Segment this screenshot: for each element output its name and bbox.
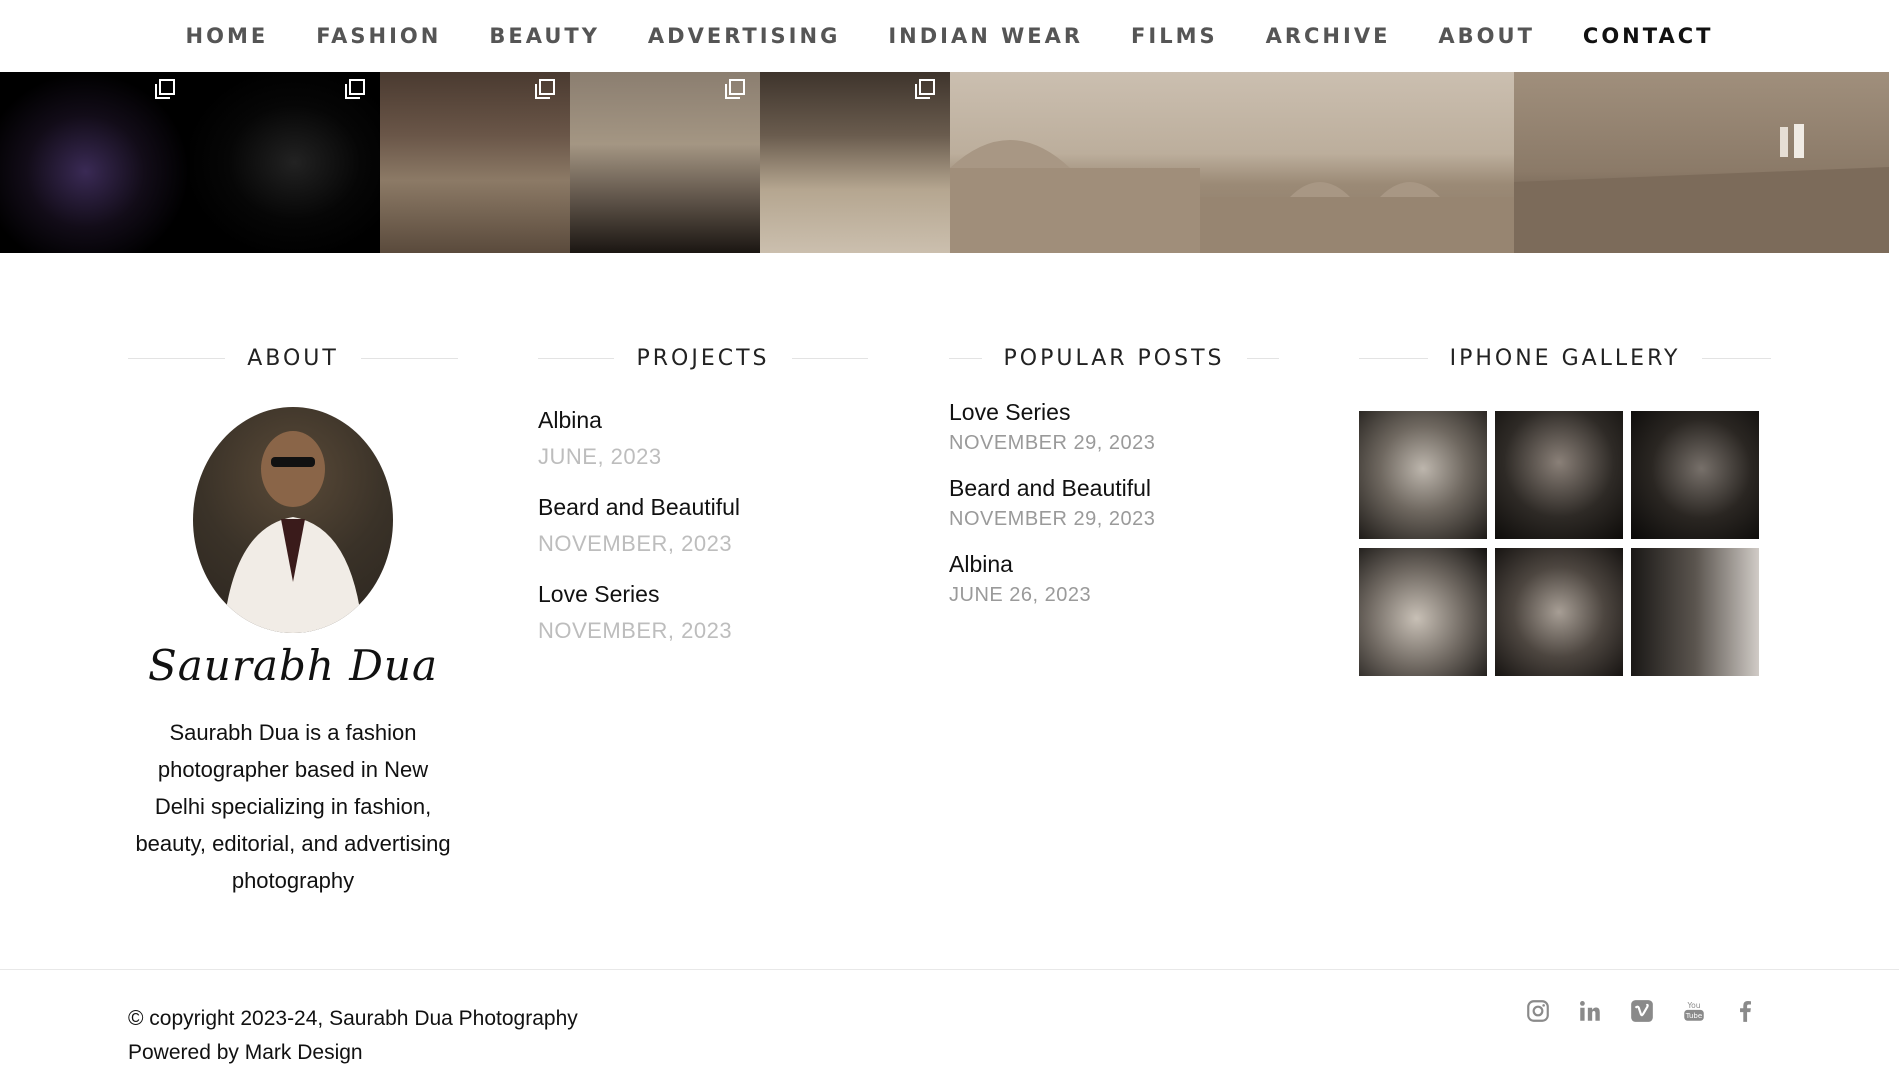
post-link[interactable]: Love Series: [949, 399, 1279, 426]
project-date: NOVEMBER, 2023: [538, 531, 733, 556]
nav-films[interactable]: FILMS: [1107, 24, 1242, 48]
list-item: Love Series NOVEMBER, 2023: [538, 581, 868, 644]
post-link[interactable]: Beard and Beautiful: [949, 475, 1279, 502]
project-date: JUNE, 2023: [538, 444, 662, 469]
instagram-post-tile[interactable]: [0, 72, 190, 253]
post-date: JUNE 26, 2023: [949, 584, 1092, 606]
copyright-text: © copyright 2023-24, Saurabh Dua Photogr…: [128, 1007, 578, 1030]
list-item: Beard and Beautiful NOVEMBER 29, 2023: [949, 475, 1279, 531]
iphone-gallery-title: IPHONE GALLERY: [1449, 346, 1681, 371]
title-divider: [1702, 358, 1772, 359]
main-navigation: HOME FASHION BEAUTY ADVERTISING INDIAN W…: [0, 0, 1899, 72]
stacked-squares-icon: [725, 79, 745, 99]
post-date: NOVEMBER 29, 2023: [949, 432, 1156, 454]
instagram-post-tile[interactable]: [380, 72, 570, 253]
nav-fashion[interactable]: FASHION: [292, 24, 465, 48]
widget-title: POPULAR POSTS: [949, 346, 1279, 371]
svg-text:Tube: Tube: [1685, 1011, 1702, 1020]
instagram-post-tile[interactable]: [760, 72, 950, 253]
title-divider: [360, 358, 458, 359]
widget-title: ABOUT: [128, 346, 458, 371]
about-description: Saurabh Dua is a fashion photographer ba…: [135, 720, 451, 893]
widget-title: PROJECTS: [538, 346, 868, 371]
gallery-thumbnail[interactable]: [1495, 411, 1623, 539]
signature: Saurabh Dua: [147, 641, 439, 690]
nav-archive[interactable]: ARCHIVE: [1242, 24, 1415, 48]
title-divider: [1246, 358, 1279, 359]
about-title: ABOUT: [247, 346, 339, 371]
list-item: Albina JUNE 26, 2023: [949, 551, 1279, 607]
list-item: Albina JUNE, 2023: [538, 407, 868, 470]
instagram-post-tile[interactable]: [190, 72, 380, 253]
stacked-squares-icon: [535, 79, 555, 99]
gallery-thumbnail[interactable]: [1631, 411, 1759, 539]
project-link[interactable]: Albina: [538, 407, 868, 434]
project-date: NOVEMBER, 2023: [538, 618, 733, 643]
title-divider: [128, 358, 226, 359]
gallery-grid: [1359, 411, 1771, 676]
stacked-squares-icon: [345, 79, 365, 99]
facebook-icon[interactable]: [1733, 998, 1759, 1024]
nav-beauty[interactable]: BEAUTY: [465, 24, 624, 48]
linkedin-icon[interactable]: [1577, 998, 1603, 1024]
title-divider: [949, 358, 982, 359]
gallery-thumbnail[interactable]: [1631, 548, 1759, 676]
footer-credits: © copyright 2023-24, Saurabh Dua Photogr…: [128, 1002, 578, 1070]
gallery-thumbnail[interactable]: [1495, 548, 1623, 676]
iphone-gallery-widget: IPHONE GALLERY: [1359, 346, 1772, 676]
about-widget: ABOUT Saurabh Dua Saurabh Dua is a fashi…: [128, 346, 458, 899]
project-link[interactable]: Love Series: [538, 581, 868, 608]
list-item: Love Series NOVEMBER 29, 2023: [949, 399, 1279, 455]
title-divider: [538, 358, 615, 359]
projects-widget: PROJECTS Albina JUNE, 2023 Beard and Bea…: [538, 346, 868, 668]
vimeo-icon[interactable]: [1629, 998, 1655, 1024]
list-item: Beard and Beautiful NOVEMBER, 2023: [538, 494, 868, 557]
projects-title: PROJECTS: [636, 346, 770, 371]
popular-posts-widget: POPULAR POSTS Love Series NOVEMBER 29, 2…: [949, 346, 1279, 627]
powered-by-text[interactable]: Powered by Mark Design: [128, 1036, 578, 1070]
gallery-thumbnail[interactable]: [1359, 411, 1487, 539]
palace-domes-image: [950, 140, 1514, 253]
stacked-squares-icon: [915, 79, 935, 99]
nav-advertising[interactable]: ADVERTISING: [624, 24, 864, 48]
svg-text:You: You: [1686, 1001, 1700, 1010]
nav-home[interactable]: HOME: [162, 24, 293, 48]
portrait-image: [223, 431, 363, 633]
avatar: [193, 407, 393, 633]
popular-posts-list: Love Series NOVEMBER 29, 2023 Beard and …: [949, 399, 1279, 607]
project-link[interactable]: Beard and Beautiful: [538, 494, 868, 521]
post-link[interactable]: Albina: [949, 551, 1279, 578]
nav-about[interactable]: ABOUT: [1414, 24, 1559, 48]
instagram-post-tile[interactable]: [570, 72, 760, 253]
popular-posts-title: POPULAR POSTS: [1003, 346, 1225, 371]
stacked-squares-icon: [155, 79, 175, 99]
title-divider: [1359, 358, 1428, 359]
footer-divider: [0, 969, 1899, 970]
youtube-icon[interactable]: You Tube: [1681, 998, 1707, 1024]
instagram-feed-strip: [0, 72, 1899, 253]
instagram-post-tile[interactable]: [950, 72, 1514, 253]
title-divider: [791, 358, 868, 359]
gallery-thumbnail[interactable]: [1359, 548, 1487, 676]
post-date: NOVEMBER 29, 2023: [949, 508, 1156, 530]
nav-indian-wear[interactable]: INDIAN WEAR: [864, 24, 1107, 48]
instagram-icon[interactable]: [1525, 998, 1551, 1024]
instagram-post-tile[interactable]: [1514, 72, 1889, 253]
widget-title: IPHONE GALLERY: [1359, 346, 1772, 371]
nav-contact[interactable]: CONTACT: [1559, 24, 1738, 48]
couple-on-steps-image: [1514, 124, 1889, 253]
social-links: You Tube: [1525, 998, 1759, 1024]
projects-list: Albina JUNE, 2023 Beard and Beautiful NO…: [538, 407, 868, 644]
